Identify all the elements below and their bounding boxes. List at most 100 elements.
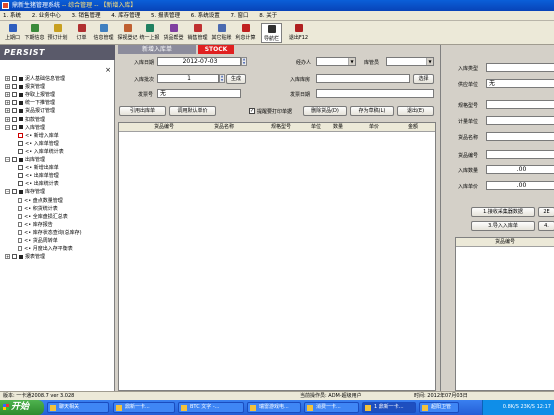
import2-button[interactable]: 4. xyxy=(538,221,554,231)
collapse-icon[interactable]: − xyxy=(5,124,10,130)
nav-item[interactable]: <• 入库单管理 xyxy=(18,140,59,148)
menu-about[interactable]: 8. 关于 xyxy=(259,13,277,19)
taskbar-item[interactable]: 超阳卫管 xyxy=(419,402,459,413)
chevron-down-icon[interactable]: ▼ xyxy=(426,58,433,65)
collapse-icon[interactable]: − xyxy=(5,157,10,162)
nav-item[interactable]: <• 盘点数量管理 xyxy=(18,197,63,205)
nav-item[interactable]: − 出库管理 xyxy=(5,156,45,164)
toolbar-button-report[interactable]: 统一上报 xyxy=(139,23,160,43)
goods-grid[interactable]: 货品编号 货品名称 规格型号 单位 数量 单价 金额 xyxy=(118,122,436,391)
save-draft-button[interactable]: 存为草稿(L) xyxy=(350,106,394,116)
collapse-icon[interactable]: − xyxy=(5,189,10,195)
taskbar-item[interactable]: 聊天相关 xyxy=(47,402,109,413)
nav-item[interactable]: + 泥人基础信息管理 xyxy=(5,75,65,83)
nav-item[interactable]: <• 积货统计表 xyxy=(18,205,58,213)
toolbar-button-info[interactable]: 下期信息 xyxy=(24,23,45,43)
taskbar-item[interactable]: 鼎新一卡... xyxy=(113,402,175,413)
menu-sales[interactable]: 3. 销售管理 xyxy=(72,13,101,19)
import-inbound-button[interactable]: 3.导入入库单 xyxy=(471,221,535,231)
toolbar-button-plan[interactable]: 预订计划 xyxy=(47,23,68,43)
toolbar-button-info-mgmt[interactable]: 信息管理 xyxy=(93,23,114,43)
taskbar-item[interactable]: 消费一卡... xyxy=(304,402,359,413)
in-date-field[interactable]: 2012-07-03 xyxy=(157,57,241,66)
col-qty[interactable]: 数量 xyxy=(333,123,343,132)
col-goods-name[interactable]: 货品名称 xyxy=(214,123,234,132)
taskbar-item[interactable]: 1 鼎新一卡... xyxy=(362,402,416,413)
start-button[interactable]: 开始 xyxy=(0,400,44,415)
goods-name-field[interactable] xyxy=(486,132,554,141)
nav-item[interactable]: + 统一下推管理 xyxy=(5,99,55,107)
nav-item[interactable]: <• 全库盘损汇总表 xyxy=(18,213,68,221)
col-price[interactable]: 单价 xyxy=(369,123,379,132)
chevron-down-icon[interactable]: ▼ xyxy=(348,58,355,65)
exit-button[interactable]: 退出(E) xyxy=(397,106,434,116)
generate-button[interactable]: 生成 xyxy=(226,74,246,84)
nav-item[interactable]: <• 月度出入存平衡表 xyxy=(18,245,73,253)
taskbar-item[interactable]: BTC 文字 -... xyxy=(178,402,244,413)
col-spec[interactable]: 规格型号 xyxy=(271,123,291,132)
in-price-field[interactable]: .00 xyxy=(486,181,554,190)
expand-icon[interactable]: + xyxy=(5,92,10,98)
spec-field[interactable] xyxy=(486,100,554,109)
supplier-field[interactable]: 无 xyxy=(486,79,554,88)
nav-item[interactable]: <• 入库单统计表 xyxy=(18,148,64,156)
menu-system[interactable]: 1. 系统 xyxy=(3,13,21,19)
toolbar-button-exit[interactable]: 退出F12 xyxy=(288,23,309,43)
nav-item[interactable]: <• 新增入库单 xyxy=(18,132,59,140)
default-price-button[interactable]: 调用默认单价 xyxy=(169,106,216,116)
unit-field[interactable] xyxy=(486,116,554,125)
keeper-select[interactable]: ▼ xyxy=(386,57,434,66)
print-checkbox[interactable]: ✓ xyxy=(249,108,255,114)
in-qty-field[interactable]: .00 xyxy=(486,165,554,174)
handler-select[interactable]: ▼ xyxy=(316,57,356,66)
nav-item[interactable]: + 货品报订管理 xyxy=(5,107,55,115)
toolbar-button-order[interactable]: 订单 xyxy=(71,23,92,43)
nav-item[interactable]: <• 出库单管理 xyxy=(18,172,59,180)
col-goods-no[interactable]: 货品编号 xyxy=(154,123,174,132)
toolbar-button-register[interactable]: 探视登记 xyxy=(117,23,138,43)
nav-item[interactable]: <• 库存报告 xyxy=(18,221,53,229)
goods-list-header[interactable]: 货品编号 xyxy=(456,238,554,247)
toolbar-button-window[interactable]: 上期口 xyxy=(2,23,23,43)
toolbar-button-sales[interactable]: 销售管理 xyxy=(187,23,208,43)
menu-stock[interactable]: 4. 库存管理 xyxy=(111,13,140,19)
issue-date-field[interactable] xyxy=(316,89,434,98)
taskbar-item[interactable]: 瑞雷游戏电... xyxy=(247,402,301,413)
expand-icon[interactable]: + xyxy=(5,84,10,90)
nav-item[interactable]: <• 货品周转单 xyxy=(18,237,58,245)
select-warehouse-button[interactable]: 选择 xyxy=(413,74,434,84)
expand-icon[interactable]: + xyxy=(5,116,10,122)
expand-icon[interactable]: + xyxy=(5,76,10,81)
toolbar-button-nav[interactable]: 导航栏 xyxy=(261,23,282,43)
goods-list[interactable]: 货品编号 xyxy=(455,237,554,391)
menu-reports[interactable]: 5. 报表管理 xyxy=(151,13,180,19)
toolbar-button-ledger[interactable]: 其它贴账 xyxy=(211,23,232,43)
expand-icon[interactable]: + xyxy=(5,100,10,106)
tab-new-inbound[interactable]: 新增入库单 xyxy=(118,45,196,54)
nav-item[interactable]: + 存取上报管理 xyxy=(5,91,55,99)
expand-icon[interactable]: + xyxy=(5,254,10,260)
menu-settings[interactable]: 6. 系统设置 xyxy=(191,13,220,19)
delete-goods-button[interactable]: 删除货品(D) xyxy=(303,106,347,116)
nav-item[interactable]: − 库存管理 xyxy=(5,188,45,196)
menu-business[interactable]: 2. 业务中心 xyxy=(32,13,61,19)
menu-window[interactable]: 7. 窗口 xyxy=(231,13,249,19)
doc-no-field[interactable]: 无 xyxy=(157,89,241,98)
nav-item[interactable]: <• 新增出库单 xyxy=(18,164,59,172)
ref-outbound-button[interactable]: 引用出库单 xyxy=(119,106,166,116)
nav-item[interactable]: <• 库存状态查询(总库存) xyxy=(18,229,82,237)
scan2-button[interactable]: 2E xyxy=(538,207,554,217)
toolbar-button-goods[interactable]: 货品帮登 xyxy=(163,23,184,43)
nav-item[interactable]: + 扣款管理 xyxy=(5,116,45,124)
window-titlebar[interactable]: 鼎新生猪管理系统 -- 综合管理 -- 【新增入库】 xyxy=(0,0,554,11)
nav-item[interactable]: <• 出库统计表 xyxy=(18,180,59,188)
close-icon[interactable]: × xyxy=(105,66,111,74)
in-type-field[interactable] xyxy=(486,63,554,72)
nav-item[interactable]: − 入库管理 xyxy=(5,124,45,132)
receive-scanner-button[interactable]: 1.接收采集器数据 xyxy=(471,207,535,217)
expand-icon[interactable]: + xyxy=(5,108,10,114)
col-unit[interactable]: 单位 xyxy=(311,123,321,132)
nav-item[interactable]: + 报表管理 xyxy=(5,253,45,261)
goods-no-field[interactable] xyxy=(486,150,554,159)
in-seq-spinner[interactable]: ▲ ▼ xyxy=(219,74,225,83)
